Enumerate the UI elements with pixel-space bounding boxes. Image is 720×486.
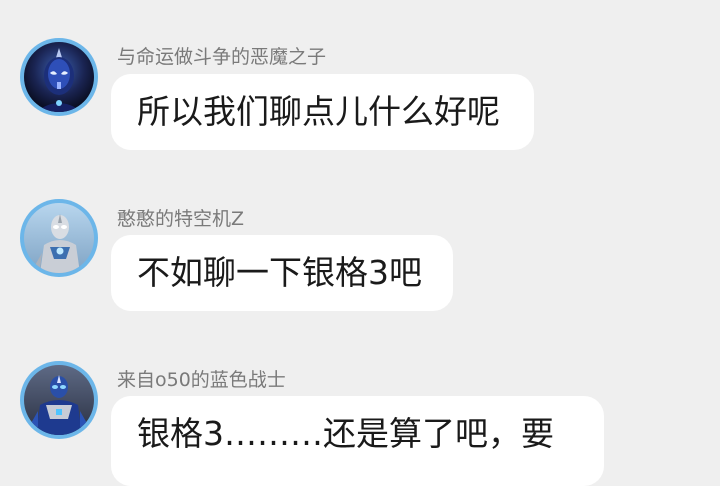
silver-hero-avatar-icon [24,203,94,273]
avatar[interactable] [20,199,98,277]
avatar[interactable] [20,38,98,116]
blue-armored-hero-avatar-icon [24,365,94,435]
message-bubble[interactable]: 所以我们聊点儿什么好呢 [111,74,534,150]
chat-message-list[interactable]: 与命运做斗争的恶魔之子 所以我们聊点儿什么好呢 憨憨的特空机Z 不如聊一下银格3… [0,0,720,486]
message-bubble[interactable]: 银格3………还是算了吧，要 [111,396,604,486]
dark-blue-hero-avatar-icon [24,42,94,112]
avatar[interactable] [20,361,98,439]
sender-name: 与命运做斗争的恶魔之子 [117,46,327,68]
chat-message: 憨憨的特空机Z 不如聊一下银格3吧 [0,199,720,319]
message-bubble[interactable]: 不如聊一下银格3吧 [111,235,453,311]
chat-message: 与命运做斗争的恶魔之子 所以我们聊点儿什么好呢 [0,38,720,158]
chat-message: 来自o50的蓝色战士 银格3………还是算了吧，要 [0,361,720,486]
sender-name: 来自o50的蓝色战士 [117,369,286,391]
sender-name: 憨憨的特空机Z [117,208,245,230]
